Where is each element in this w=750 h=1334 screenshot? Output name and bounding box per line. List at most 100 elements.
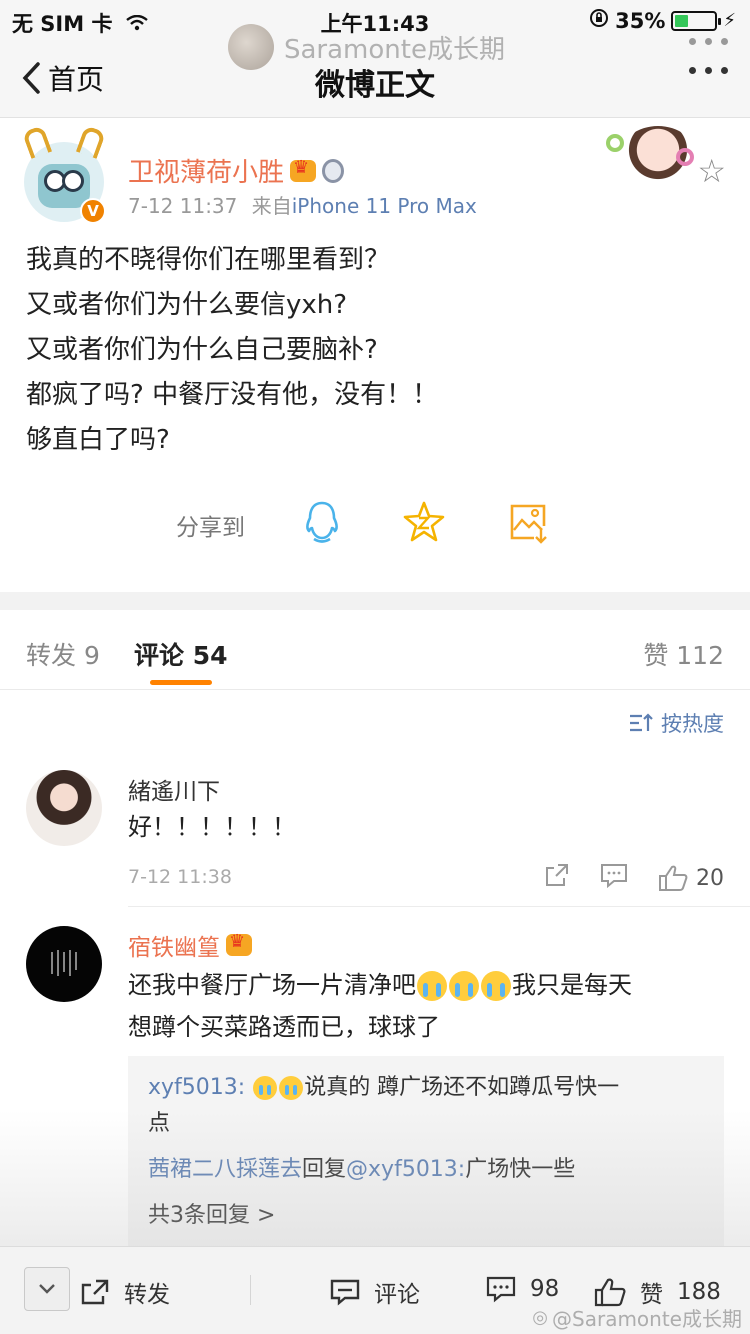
- antler-decoration: [21, 125, 53, 159]
- verified-badge: V: [80, 198, 106, 224]
- commenter-avatar[interactable]: [26, 770, 102, 846]
- reply-verb: 回复: [302, 1157, 347, 1182]
- comment-icon: [486, 1276, 516, 1303]
- crying-emoji-icon: [417, 971, 447, 1001]
- medal-icon: [322, 158, 345, 183]
- tab-reposts[interactable]: 转发 9: [26, 636, 100, 672]
- author-name-row: 卫视薄荷小胜: [128, 152, 345, 189]
- reply-user[interactable]: 茜裙二八採莲去: [148, 1157, 302, 1182]
- post-source: iPhone 11 Pro Max: [291, 194, 477, 218]
- laughing-crying-emoji-icon: [253, 1076, 278, 1100]
- reply-text-cont: 点: [148, 1111, 171, 1136]
- post-card: V 卫视薄荷小胜 7-12 11:37 来自iPhone 11 Pro Max …: [0, 118, 750, 592]
- battery-icon: [671, 10, 722, 31]
- post-time: 7-12 11:37: [128, 194, 238, 218]
- laughing-crying-emoji-icon: [279, 1076, 304, 1100]
- post-line: 又或者你们为什么自己要脑补?: [26, 335, 378, 365]
- crying-emoji-icon: [481, 971, 511, 1001]
- commenter-name[interactable]: 宿铁幽篁: [128, 928, 220, 962]
- comment-button[interactable]: 评论: [330, 1275, 420, 1309]
- comment-divider: [128, 906, 750, 907]
- more-replies-link[interactable]: 共3条回复 >: [148, 1198, 708, 1234]
- commenter-name-row: 宿铁幽篁: [128, 928, 252, 962]
- watermark-text: @Saramonte成长期: [552, 1307, 742, 1331]
- comment-label: 评论: [374, 1282, 420, 1308]
- share-label: 分享到: [176, 515, 245, 541]
- rotation-lock-icon: [589, 8, 609, 33]
- author-avatar[interactable]: V: [21, 125, 107, 224]
- post-line: 都疯了吗? 中餐厅没有他，没有！！: [26, 380, 439, 410]
- post-line: 我真的不晓得你们在哪里看到？: [26, 245, 391, 275]
- share-row: 分享到: [0, 498, 750, 548]
- swirl-decoration: [676, 148, 694, 166]
- toolbar-separator: [250, 1275, 251, 1305]
- sort-icon: [630, 713, 653, 732]
- post-line: 又或者你们为什么要信yxh?: [26, 290, 348, 320]
- section-divider: [0, 592, 750, 610]
- battery-fill: [675, 14, 689, 27]
- weibo-logo-icon: ◎: [532, 1307, 549, 1328]
- comment-count-button[interactable]: 98: [486, 1275, 559, 1303]
- tab-likes[interactable]: 赞 112: [643, 636, 724, 672]
- post-source-prefix: 来自: [251, 194, 292, 218]
- comment-text: 好！！！！！！: [128, 813, 296, 841]
- charging-icon: ⚡: [723, 10, 736, 31]
- repost-label: 转发: [124, 1282, 170, 1308]
- author-name[interactable]: 卫视薄荷小胜: [128, 152, 284, 189]
- post-line: 够直白了吗?: [26, 425, 170, 455]
- reply-text: 广场快一些: [465, 1157, 576, 1182]
- antler-decoration: [75, 125, 107, 159]
- reply-user[interactable]: xyf5013:: [148, 1075, 245, 1100]
- more-button[interactable]: [689, 38, 728, 96]
- avatar-calligraphy: [51, 950, 77, 976]
- like-comment-button[interactable]: 20: [658, 864, 724, 892]
- sort-button[interactable]: 按热度: [629, 708, 724, 738]
- reply-mention[interactable]: @xyf5013:: [346, 1157, 465, 1182]
- post-body: 我真的不晓得你们在哪里看到？ 又或者你们为什么要信yxh? 又或者你们为什么自己…: [26, 238, 726, 463]
- reply-item: 茜裙二八採莲去回复@xyf5013:广场快一些: [148, 1152, 708, 1188]
- reply-item: xyf5013: 说真的 蹲广场还不如蹲瓜号快一: [148, 1070, 708, 1106]
- comment-text-part: 我只是每天: [512, 971, 632, 999]
- tab-indicator: [150, 680, 212, 685]
- share-comment-icon[interactable]: [544, 862, 570, 894]
- comment-line: 想蹲个买菜路透而已，球球了: [128, 1013, 440, 1041]
- thumbs-up-icon: [659, 865, 688, 891]
- tab-comments[interactable]: 评论 54: [134, 636, 228, 672]
- commenter-name[interactable]: 緒遙川下: [128, 772, 220, 806]
- collapse-button[interactable]: [24, 1267, 70, 1311]
- comment-text-part: 还我中餐厅广场一片清净吧: [128, 971, 416, 999]
- commenter-avatar[interactable]: [26, 926, 102, 1002]
- reply-thread[interactable]: xyf5013: 说真的 蹲广场还不如蹲瓜号快一 点 茜裙二八採莲去回复@xyf…: [128, 1056, 724, 1246]
- comment-icon: [330, 1279, 360, 1306]
- crying-emoji-icon: [449, 971, 479, 1001]
- swirl-decoration: [606, 134, 624, 152]
- more-dots-icon: [689, 67, 728, 74]
- more-dots-icon-top: [689, 38, 728, 45]
- vip-crown-icon: [290, 157, 317, 182]
- reply-text: 说真的 蹲广场还不如蹲瓜号快一: [304, 1075, 620, 1100]
- watermark-bottom: ◎ @Saramonte成长期: [532, 1303, 742, 1332]
- reply-comment-icon[interactable]: [600, 862, 628, 894]
- comment-time: 7-12 11:38: [128, 866, 232, 888]
- follow-star-icon[interactable]: ☆: [697, 152, 726, 190]
- repost-button[interactable]: 转发: [80, 1275, 170, 1309]
- comment-text: 还我中餐厅广场一片清净吧 我只是每天 想蹲个买菜路透而已，球球了: [128, 964, 728, 1048]
- tab-bar: 转发 9 评论 54 赞 112: [0, 610, 750, 690]
- like-count: 20: [696, 865, 724, 891]
- save-image-icon[interactable]: [504, 498, 552, 546]
- favorite-star-icon[interactable]: [400, 498, 448, 546]
- chevron-down-icon: [39, 1284, 55, 1294]
- qq-icon[interactable]: [298, 498, 346, 546]
- comment-line: 还我中餐厅广场一片清净吧 我只是每天: [128, 964, 728, 1006]
- like-count: 188: [677, 1279, 721, 1305]
- sort-label: 按热度: [661, 712, 724, 736]
- post-meta: 7-12 11:37 来自iPhone 11 Pro Max: [128, 190, 477, 219]
- vip-crown-icon: [226, 931, 252, 956]
- status-right: 35% ⚡: [589, 8, 736, 33]
- bottom-toolbar: 转发 评论 98 赞 188 ◎ @Saramonte成长期: [0, 1246, 750, 1334]
- avatar-face: [38, 164, 90, 208]
- top-bar: 无 SIM 卡 上午11:43 35% ⚡ Saramonte成长期 首页 微博…: [0, 0, 750, 118]
- battery-percent: 35%: [615, 8, 666, 33]
- page-title: 微博正文: [315, 68, 435, 103]
- repost-icon: [81, 1279, 109, 1305]
